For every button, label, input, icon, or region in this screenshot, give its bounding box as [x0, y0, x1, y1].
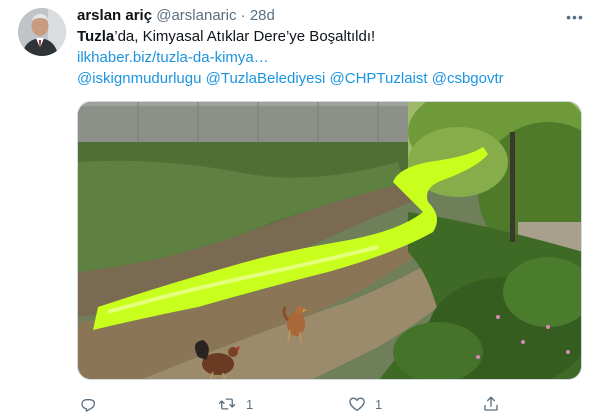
tweet-content: arslan ariç @arslanaric · 28d Tuzla’da, …	[77, 6, 587, 89]
mention-csbgovtr[interactable]: @csbgovtr	[432, 70, 504, 87]
share-icon[interactable]	[482, 395, 500, 413]
tweet-link-line: ilkhaber.biz/tuzla-da-kimya…	[77, 48, 587, 68]
tweet-time[interactable]: 28d	[250, 7, 275, 24]
retweet-count: 1	[246, 396, 254, 412]
tweet-link[interactable]: ilkhaber.biz/tuzla-da-kimya…	[77, 49, 269, 66]
more-icon[interactable]: •••	[565, 7, 585, 27]
like-count: 1	[375, 396, 383, 412]
retweet-button[interactable]: 1	[217, 394, 253, 414]
tweet-text-rest: ’da, Kimyasal Atıklar Dere’ye Boşaltıldı…	[114, 28, 376, 45]
author-name[interactable]: arslan ariç	[77, 7, 152, 24]
heart-icon[interactable]	[348, 395, 366, 413]
author-handle[interactable]: @arslanaric	[156, 7, 236, 24]
separator-dot: ·	[240, 7, 246, 24]
tweet[interactable]: arslan ariç @arslanaric · 28d Tuzla’da, …	[0, 0, 612, 420]
tweet-actions: 1 1	[77, 394, 507, 414]
like-button[interactable]: 1	[348, 394, 382, 414]
avatar[interactable]	[18, 8, 66, 56]
share-button[interactable]	[482, 394, 500, 414]
mention-iskignmudurlugu[interactable]: @iskignmudurlugu	[77, 70, 201, 87]
mention-tuzlabelediyesi[interactable]: @TuzlaBelediyesi	[206, 70, 326, 87]
retweet-icon[interactable]	[217, 395, 237, 413]
reply-icon[interactable]	[79, 395, 97, 413]
tweet-text-bold: Tuzla	[77, 28, 115, 45]
mentions: @iskignmudurlugu @TuzlaBelediyesi @CHPTu…	[77, 69, 587, 89]
tweet-photo[interactable]	[77, 101, 582, 380]
tweet-text: Tuzla’da, Kimyasal Atıklar Dere’ye Boşal…	[77, 27, 587, 47]
mention-chptuzlaist[interactable]: @CHPTuzlaist	[330, 70, 428, 87]
reply-button[interactable]	[79, 394, 97, 414]
tweet-header: arslan ariç @arslanaric · 28d	[77, 6, 587, 26]
